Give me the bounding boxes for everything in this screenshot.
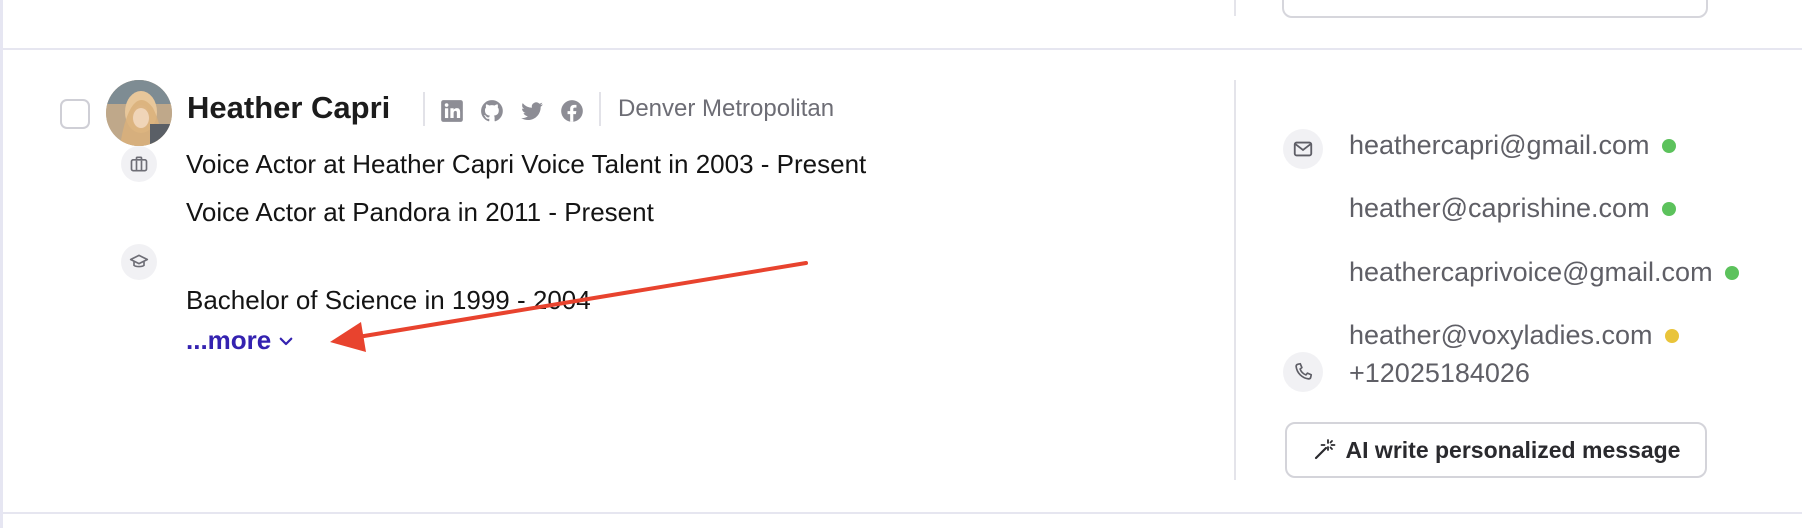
email-text[interactable]: heather@voxyladies.com [1349, 320, 1653, 351]
ai-button-label: AI write personalized message [1345, 436, 1681, 463]
email-text[interactable]: heather@caprishine.com [1349, 193, 1650, 224]
email-status-dot [1661, 201, 1676, 216]
email-address[interactable]: heathercaprivoice@gmail.com [1349, 257, 1739, 288]
email-status-dot [1724, 265, 1739, 280]
email-address[interactable]: heather@voxyladies.com [1349, 320, 1679, 351]
phone-number[interactable]: +12025184026 [1349, 358, 1530, 389]
email-text[interactable]: heathercaprivoice@gmail.com [1349, 257, 1713, 288]
email-text[interactable]: heathercapri@gmail.com [1349, 130, 1650, 161]
magic-wand-icon [1314, 439, 1335, 460]
row-divider-bottom [3, 512, 1802, 514]
previous-row-button[interactable] [1282, 0, 1708, 18]
email-address[interactable]: heather@caprishine.com [1349, 193, 1676, 224]
phone-icon [1283, 352, 1323, 392]
column-divider [1234, 80, 1236, 480]
contact-row: Heather Capri Denver Metropolitan Voice … [3, 50, 1802, 512]
previous-row-column-divider [1234, 0, 1236, 16]
ai-write-message-button[interactable]: AI write personalized message [1285, 422, 1707, 478]
email-status-dot [1661, 138, 1676, 153]
email-address[interactable]: heathercapri@gmail.com [1349, 130, 1676, 161]
email-status-dot [1664, 328, 1679, 343]
mail-icon [1283, 129, 1323, 169]
